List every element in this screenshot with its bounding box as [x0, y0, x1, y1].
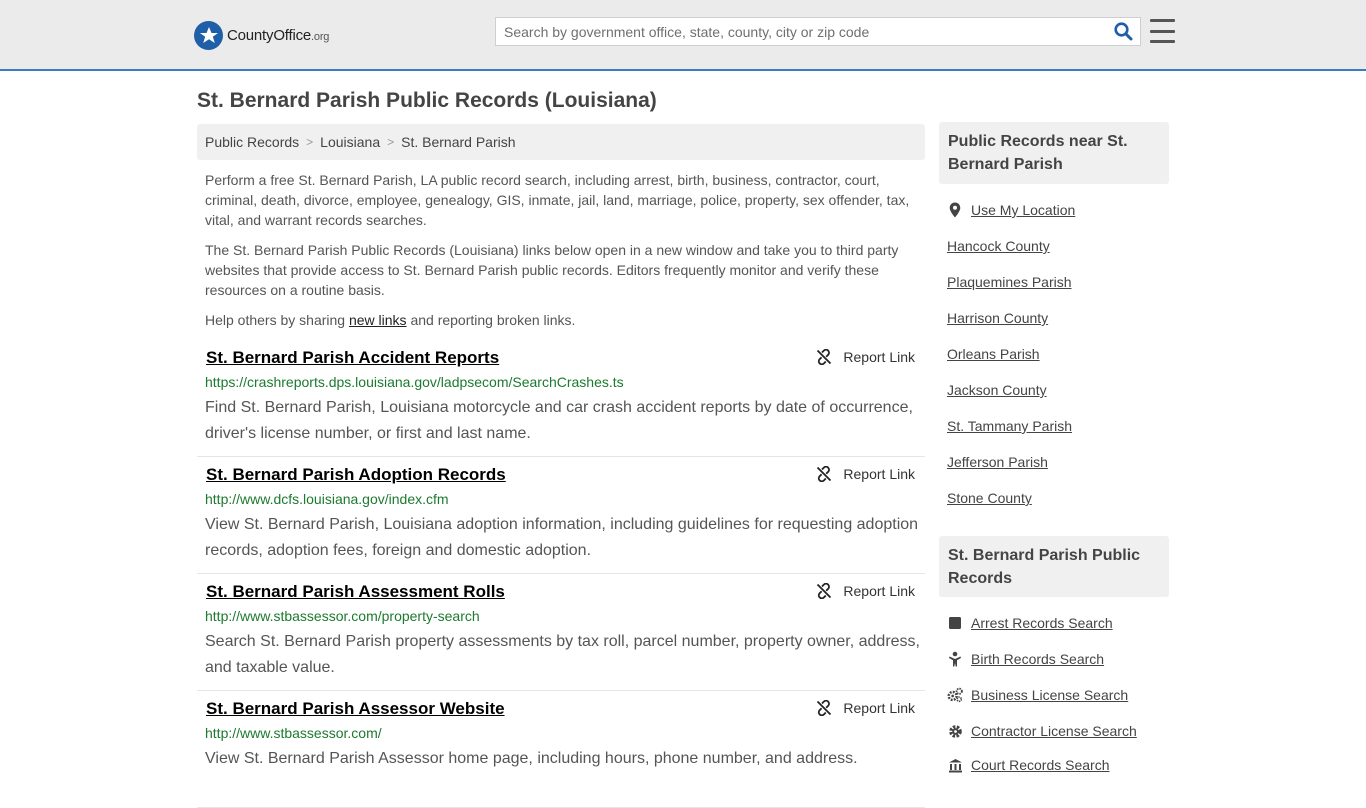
record-url: http://www.stbassessor.com/ [205, 725, 382, 741]
page-title: St. Bernard Parish Public Records (Louis… [197, 89, 657, 112]
logo-star-icon [194, 20, 223, 50]
record-url: http://www.dcfs.louisiana.gov/index.cfm [205, 491, 449, 507]
search-icon [1113, 22, 1132, 41]
logo-main: CountyOffice [227, 26, 312, 44]
record-item: St. Bernard Parish Assessor Website Repo… [197, 691, 925, 808]
new-links-link[interactable]: new links [349, 312, 407, 328]
report-link-label: Report Link [843, 700, 915, 716]
record-title-link[interactable]: St. Bernard Parish Assessment Rolls [206, 582, 505, 602]
sidebar-record-label: Contractor License Search [971, 723, 1137, 739]
sidebar-near-link[interactable]: Hancock County [947, 238, 1050, 254]
report-link-label: Report Link [843, 349, 915, 365]
sidebar-record-link[interactable]: Business License Search [947, 687, 1128, 703]
use-my-location-label: Use My Location [971, 202, 1076, 218]
sidebar-record-link[interactable]: Arrest Records Search [947, 615, 1113, 631]
sidebar-record-label: Business License Search [971, 687, 1129, 703]
record-description: Find St. Bernard Parish, Louisiana motor… [205, 399, 913, 442]
sidebar-record-link[interactable]: Contractor License Search [947, 723, 1137, 739]
share-text-before: Help others by sharing [205, 312, 349, 328]
courthouse-icon [947, 757, 963, 773]
sidebar-near-heading: Public Records near St. Bernard Parish [939, 122, 1169, 184]
sidebar-near-link[interactable]: Orleans Parish [947, 346, 1040, 362]
broken-link-icon [817, 466, 832, 482]
sidebar-near-link[interactable]: Stone County [947, 490, 1032, 506]
sidebar-near-link[interactable]: Harrison County [947, 310, 1048, 326]
broken-link-icon [817, 349, 832, 365]
hamburger-menu-icon[interactable] [1150, 19, 1175, 43]
sidebar-near-link[interactable]: Jackson County [947, 382, 1047, 398]
record-description: View St. Bernard Parish, Louisiana adopt… [205, 516, 919, 559]
record-title-link[interactable]: St. Bernard Parish Accident Reports [206, 348, 499, 368]
square-icon [947, 615, 963, 631]
share-text-after: and reporting broken links. [406, 312, 576, 328]
record-url: http://www.stbassessor.com/property-sear… [205, 608, 480, 624]
search-input[interactable] [496, 18, 1106, 45]
search-bar [495, 17, 1141, 46]
share-paragraph: Help others by sharing new links and rep… [205, 310, 917, 330]
report-link-button[interactable]: Report Link [816, 583, 915, 599]
breadcrumb-separator: > [387, 135, 395, 149]
logo-text: CountyOffice.org [227, 27, 329, 44]
breadcrumb-item-public-records[interactable]: Public Records [205, 134, 299, 150]
logo-suffix: .org [311, 30, 330, 43]
sidebar-near-link[interactable]: Plaquemines Parish [947, 274, 1072, 290]
disclaimer-paragraph: The St. Bernard Parish Public Records (L… [205, 242, 899, 298]
gear-icon [947, 723, 963, 739]
report-link-label: Report Link [843, 583, 915, 599]
record-item: St. Bernard Parish Assessment Rolls Repo… [197, 574, 925, 691]
use-my-location-link[interactable]: Use My Location [947, 202, 1075, 218]
sidebar-near-link[interactable]: Jefferson Parish [947, 454, 1048, 470]
record-title-link[interactable]: St. Bernard Parish Adoption Records [206, 465, 506, 485]
gears-icon [947, 687, 963, 703]
sidebar-record-link[interactable]: Birth Records Search [947, 651, 1104, 667]
sidebar-records-heading: St. Bernard Parish Public Records [939, 536, 1169, 597]
report-link-button[interactable]: Report Link [816, 466, 915, 482]
sidebar-record-label: Arrest Records Search [971, 615, 1113, 631]
breadcrumb: Public Records > Louisiana > St. Bernard… [197, 124, 925, 160]
sidebar-record-link[interactable]: Court Records Search [947, 757, 1110, 773]
intro-paragraph: Perform a free St. Bernard Parish, LA pu… [205, 172, 910, 228]
report-link-button[interactable]: Report Link [816, 349, 915, 365]
breadcrumb-separator: > [306, 135, 314, 149]
sidebar-near-link[interactable]: St. Tammany Parish [947, 418, 1072, 434]
record-item: St. Bernard Parish Adoption Records Repo… [197, 457, 925, 574]
record-description: Search St. Bernard Parish property asses… [205, 633, 920, 676]
record-description: View St. Bernard Parish Assessor home pa… [205, 750, 858, 767]
top-bar: CountyOffice.org [0, 0, 1366, 71]
map-marker-icon [947, 202, 963, 218]
broken-link-icon [817, 700, 832, 716]
sidebar-record-label: Court Records Search [971, 757, 1110, 773]
record-url: https://crashreports.dps.louisiana.gov/l… [205, 374, 624, 390]
site-logo[interactable]: CountyOffice.org [194, 20, 329, 50]
report-link-button[interactable]: Report Link [816, 700, 915, 716]
broken-link-icon [817, 583, 832, 599]
breadcrumb-item-louisiana[interactable]: Louisiana [320, 134, 380, 150]
sidebar-record-label: Birth Records Search [971, 651, 1105, 667]
breadcrumb-item-st-bernard-parish[interactable]: St. Bernard Parish [401, 134, 515, 150]
search-button[interactable] [1106, 18, 1140, 45]
record-item: St. Bernard Parish Accident Reports Repo… [197, 340, 925, 457]
report-link-label: Report Link [843, 466, 915, 482]
baby-icon [947, 651, 963, 667]
record-title-link[interactable]: St. Bernard Parish Assessor Website [206, 699, 505, 719]
